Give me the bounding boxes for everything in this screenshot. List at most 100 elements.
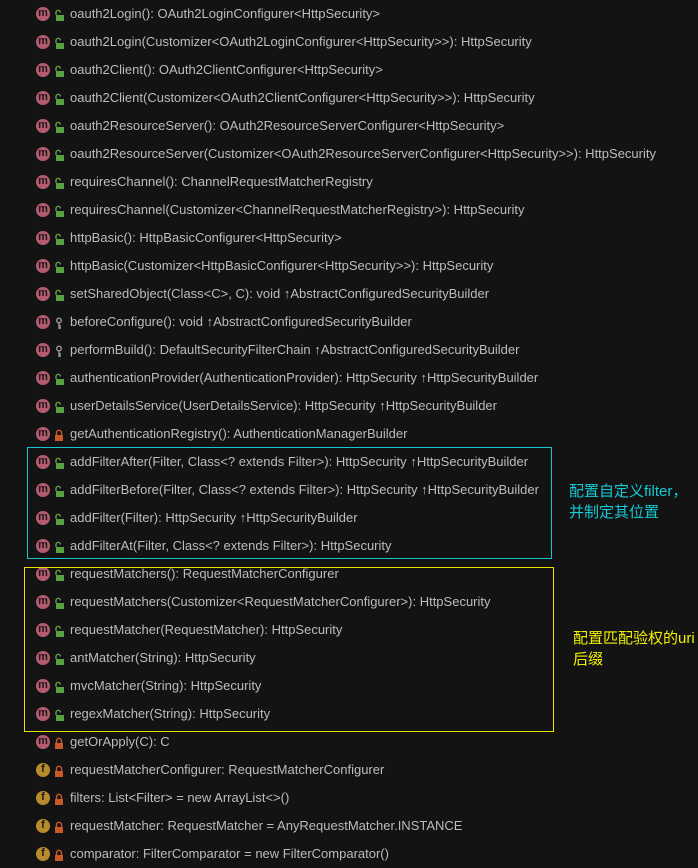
public-unlock-icon <box>54 120 64 133</box>
public-unlock-icon <box>54 288 64 301</box>
member-signature: comparator: FilterComparator = new Filte… <box>70 846 389 862</box>
member-signature-text: oauth2Login(Customizer<OAuth2LoginConfig… <box>70 34 532 49</box>
private-lock-icon <box>54 820 64 833</box>
member-row[interactable]: m getAuthenticationRegistry(): Authentica… <box>0 420 560 448</box>
method-icon: m <box>36 539 50 553</box>
field-icon: f <box>36 791 50 805</box>
member-signature: httpBasic(): HttpBasicConfigurer<HttpSec… <box>70 230 342 246</box>
member-signature-text: userDetailsService(UserDetailsService): … <box>70 398 376 413</box>
member-signature-text: requestMatchers(Customizer<RequestMatche… <box>70 594 491 609</box>
member-row[interactable]: m httpBasic(): HttpBasicConfigurer<HttpSe… <box>0 224 560 252</box>
member-signature: addFilterAt(Filter, Class<? extends Filt… <box>70 538 392 554</box>
method-icon: m <box>36 35 50 49</box>
member-signature: requestMatchers(): RequestMatcherConfigu… <box>70 566 339 582</box>
member-signature: oauth2Client(): OAuth2ClientConfigurer<H… <box>70 62 383 78</box>
member-signature-text: requestMatcherConfigurer: RequestMatcher… <box>70 762 385 777</box>
member-row[interactable]: m addFilterAfter(Filter, Class<? extends … <box>0 448 560 476</box>
member-signature-text: requestMatcher: RequestMatcher = AnyRequ… <box>70 818 463 833</box>
member-signature-text: antMatcher(String): HttpSecurity <box>70 650 256 665</box>
member-row[interactable]: m requestMatchers(): RequestMatcherConfig… <box>0 560 560 588</box>
member-row[interactable]: m mvcMatcher(String): HttpSecurity <box>0 672 560 700</box>
member-row[interactable]: m requiresChannel(Customizer<ChannelReque… <box>0 196 560 224</box>
member-row[interactable]: m addFilter(Filter): HttpSecurity ↑HttpSe… <box>0 504 560 532</box>
method-icon: m <box>36 427 50 441</box>
member-signature-text: oauth2ResourceServer(): OAuth2ResourceSe… <box>70 118 505 133</box>
public-unlock-icon <box>54 540 64 553</box>
method-icon: m <box>36 147 50 161</box>
member-row[interactable]: f comparator: FilterComparator = new Filt… <box>0 840 560 868</box>
method-icon: m <box>36 343 50 357</box>
private-lock-icon <box>54 764 64 777</box>
method-icon: m <box>36 119 50 133</box>
field-icon: f <box>36 763 50 777</box>
member-signature: oauth2ResourceServer(): OAuth2ResourceSe… <box>70 118 504 134</box>
member-row[interactable]: m addFilterBefore(Filter, Class<? extends… <box>0 476 560 504</box>
method-icon: m <box>36 203 50 217</box>
member-row[interactable]: m requiresChannel(): ChannelRequestMatche… <box>0 168 560 196</box>
member-row[interactable]: f requestMatcherConfigurer: RequestMatche… <box>0 756 560 784</box>
public-unlock-icon <box>54 484 64 497</box>
public-unlock-icon <box>54 652 64 665</box>
member-row[interactable]: m userDetailsService(UserDetailsService):… <box>0 392 560 420</box>
method-icon: m <box>36 259 50 273</box>
member-signature: beforeConfigure(): void ↑AbstractConfigu… <box>70 314 412 330</box>
inherited-from-label: ↑AbstractConfiguredSecurityBuilder <box>283 286 490 301</box>
member-row[interactable]: f filters: List<Filter> = new ArrayList<>… <box>0 784 560 812</box>
member-row[interactable]: m getOrApply(C): C <box>0 728 560 756</box>
private-lock-icon <box>54 736 64 749</box>
member-signature-text: addFilterBefore(Filter, Class<? extends … <box>70 482 418 497</box>
field-icon: f <box>36 819 50 833</box>
member-signature: setSharedObject(Class<C>, C): void ↑Abst… <box>70 286 489 302</box>
member-signature: oauth2Client(Customizer<OAuth2ClientConf… <box>70 90 535 106</box>
public-unlock-icon <box>54 568 64 581</box>
method-icon: m <box>36 175 50 189</box>
member-signature: mvcMatcher(String): HttpSecurity <box>70 678 261 694</box>
member-row[interactable]: m antMatcher(String): HttpSecurity <box>0 644 560 672</box>
member-signature: addFilterBefore(Filter, Class<? extends … <box>70 482 539 498</box>
member-row[interactable]: m oauth2ResourceServer(): OAuth2ResourceS… <box>0 112 560 140</box>
member-signature-text: getOrApply(C): C <box>70 734 170 749</box>
member-signature: filters: List<Filter> = new ArrayList<>(… <box>70 790 289 806</box>
member-signature-text: setSharedObject(Class<C>, C): void <box>70 286 281 301</box>
inherited-from-label: ↑HttpSecurityBuilder <box>410 454 529 469</box>
member-signature: requestMatcherConfigurer: RequestMatcher… <box>70 762 384 778</box>
member-row[interactable]: m oauth2Client(): OAuth2ClientConfigurer<… <box>0 56 560 84</box>
member-signature: getAuthenticationRegistry(): Authenticat… <box>70 426 407 442</box>
member-row[interactable]: m httpBasic(Customizer<HttpBasicConfigure… <box>0 252 560 280</box>
member-row[interactable]: m oauth2Login(): OAuth2LoginConfigurer<Ht… <box>0 0 560 28</box>
member-row[interactable]: m oauth2Client(Customizer<OAuth2ClientCon… <box>0 84 560 112</box>
protected-key-icon <box>54 344 64 357</box>
public-unlock-icon <box>54 36 64 49</box>
member-signature: getOrApply(C): C <box>70 734 170 750</box>
public-unlock-icon <box>54 64 64 77</box>
member-signature-text: requestMatchers(): RequestMatcherConfigu… <box>70 566 339 581</box>
member-row[interactable]: m performBuild(): DefaultSecurityFilterCh… <box>0 336 560 364</box>
method-icon: m <box>36 371 50 385</box>
public-unlock-icon <box>54 708 64 721</box>
public-unlock-icon <box>54 232 64 245</box>
member-row[interactable]: m addFilterAt(Filter, Class<? extends Fil… <box>0 532 560 560</box>
field-icon: f <box>36 847 50 861</box>
method-icon: m <box>36 455 50 469</box>
public-unlock-icon <box>54 372 64 385</box>
public-unlock-icon <box>54 204 64 217</box>
member-signature-text: oauth2Login(): OAuth2LoginConfigurer<Htt… <box>70 6 381 21</box>
member-signature-text: regexMatcher(String): HttpSecurity <box>70 706 271 721</box>
member-row[interactable]: f requestMatcher: RequestMatcher = AnyReq… <box>0 812 560 840</box>
member-row[interactable]: m regexMatcher(String): HttpSecurity <box>0 700 560 728</box>
private-lock-icon <box>54 792 64 805</box>
member-row[interactable]: m authenticationProvider(AuthenticationPr… <box>0 364 560 392</box>
member-signature: requiresChannel(): ChannelRequestMatcher… <box>70 174 373 190</box>
member-row[interactable]: m oauth2ResourceServer(Customizer<OAuth2R… <box>0 140 656 168</box>
member-row[interactable]: m setSharedObject(Class<C>, C): void ↑Abs… <box>0 280 560 308</box>
member-row[interactable]: m oauth2Login(Customizer<OAuth2LoginConfi… <box>0 28 560 56</box>
member-row[interactable]: m requestMatchers(Customizer<RequestMatch… <box>0 588 560 616</box>
method-icon: m <box>36 287 50 301</box>
inherited-from-label: ↑HttpSecurityBuilder <box>420 370 539 385</box>
member-row[interactable]: m requestMatcher(RequestMatcher): HttpSec… <box>0 616 560 644</box>
matcher-annotation-note: 配置匹配验权的uri后缀 <box>573 630 695 668</box>
member-row[interactable]: m beforeConfigure(): void ↑AbstractConfig… <box>0 308 560 336</box>
member-signature-text: oauth2ResourceServer(Customizer<OAuth2Re… <box>70 146 656 161</box>
member-signature: authenticationProvider(AuthenticationPro… <box>70 370 538 386</box>
member-signature: addFilterAfter(Filter, Class<? extends F… <box>70 454 528 470</box>
